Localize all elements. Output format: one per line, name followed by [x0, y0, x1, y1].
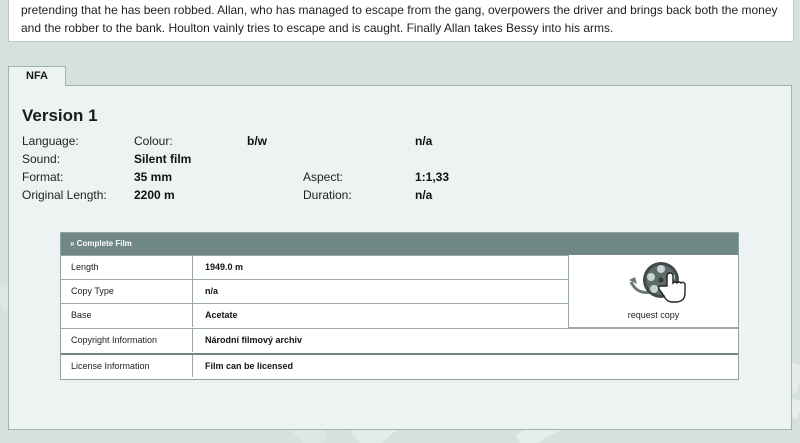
table-row: License Information Film can be licensed: [61, 353, 738, 377]
row-value: n/a: [205, 286, 219, 296]
aspect-value: 1:1,33: [415, 170, 450, 184]
row-value: Film can be licensed: [205, 361, 294, 371]
synopsis-box: pretending that he has been robbed. Alla…: [8, 0, 794, 42]
duration-label: Duration:: [303, 188, 352, 202]
table-row: Copy Type n/a: [61, 279, 568, 303]
complete-film-table: » Complete Film Length 1949.0 m Copy Typ…: [60, 232, 739, 380]
complete-film-header: » Complete Film: [61, 233, 738, 255]
film-reel-hand-icon[interactable]: [625, 260, 697, 310]
row-value: Národní filmový archiv: [205, 335, 303, 345]
version-panel: Version 1 Language: Colour: b/w n/a Soun…: [8, 85, 792, 430]
row-key: License Information: [71, 361, 150, 371]
row-key: Copyright Information: [71, 335, 158, 345]
colour-label: Colour:: [134, 134, 173, 148]
table-row: Copyright Information Národní filmový ar…: [61, 328, 738, 352]
request-copy-link[interactable]: request copy: [569, 310, 738, 320]
sound-value: Silent film: [134, 152, 192, 166]
tab-nfa[interactable]: NFA: [8, 66, 66, 86]
row-value: Acetate: [205, 310, 238, 320]
aspect-label: Aspect:: [303, 170, 344, 184]
table-row: Base Acetate: [61, 303, 568, 327]
original-length-label: Original Length:: [22, 188, 107, 202]
synopsis-text: pretending that he has been robbed. Alla…: [21, 3, 778, 35]
table-row: Length 1949.0 m: [61, 255, 568, 279]
language-label: Language:: [22, 134, 79, 148]
sound-label: Sound:: [22, 152, 61, 166]
request-copy-cell[interactable]: request copy: [568, 255, 738, 328]
row-key: Copy Type: [71, 286, 114, 296]
version-title: Version 1: [22, 106, 98, 125]
row-key: Base: [71, 310, 92, 320]
duration-value: n/a: [415, 188, 433, 202]
original-length-value: 2200 m: [134, 188, 175, 202]
colour-extra-value: n/a: [415, 134, 433, 148]
format-value: 35 mm: [134, 170, 173, 184]
row-key: Length: [71, 262, 99, 272]
format-label: Format:: [22, 170, 64, 184]
colour-value: b/w: [247, 134, 267, 148]
row-value: 1949.0 m: [205, 262, 244, 272]
